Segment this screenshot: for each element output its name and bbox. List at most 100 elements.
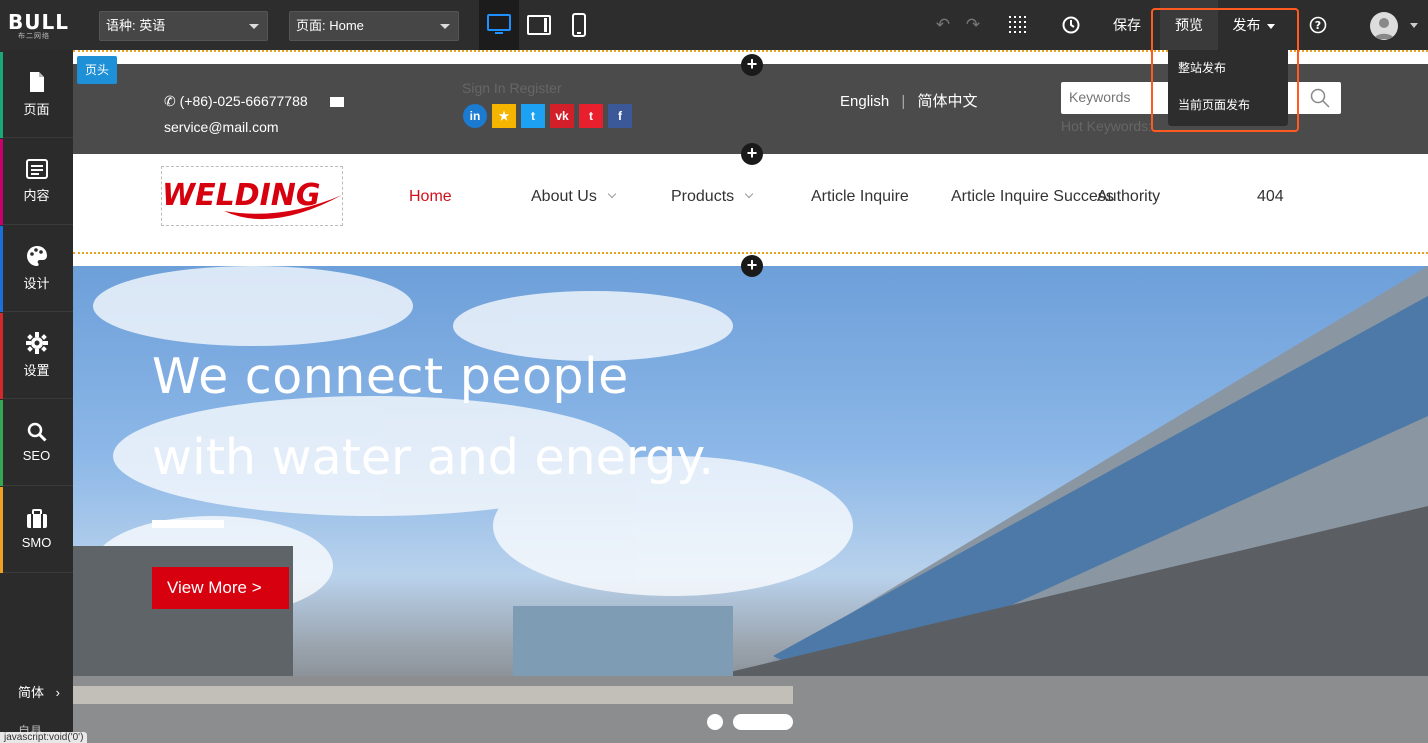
social-icons: in ★ t vk t f <box>463 104 632 128</box>
header-section-tag[interactable]: 页头 <box>77 56 117 84</box>
help-icon[interactable]: ? <box>1307 14 1329 36</box>
chevron-down-icon <box>744 189 754 199</box>
nav-article-inquire[interactable]: Article Inquire <box>811 154 909 240</box>
desktop-view-button[interactable] <box>479 0 519 50</box>
banner-heading-line2: with water and energy. <box>152 429 714 486</box>
phone-number: (+86)-025-66677788 <box>179 93 308 109</box>
brand-logo-text: WELDING <box>162 178 321 213</box>
sidebar-accent <box>0 226 3 312</box>
publish-label: 发布 <box>1232 17 1261 33</box>
lang-english-link[interactable]: English <box>840 93 889 110</box>
add-section-icon[interactable]: + <box>741 143 763 165</box>
tumblr-icon[interactable]: t <box>579 104 603 128</box>
undo-icon[interactable]: ↶ <box>932 14 954 36</box>
sidebar-item-label: 内容 <box>23 188 50 203</box>
sidebar-item-seo[interactable]: SEO <box>0 400 73 486</box>
search-icon <box>27 422 47 442</box>
publish-site-item[interactable]: 整站发布 <box>1168 50 1288 87</box>
hero-banner: We connect people with water and energy.… <box>73 266 1428 743</box>
sidebar-accent <box>0 487 3 573</box>
mail-icon <box>329 97 344 108</box>
sign-in-register[interactable]: Sign In Register <box>462 80 562 96</box>
mobile-icon <box>572 13 586 37</box>
chevron-down-icon <box>440 24 450 29</box>
sidebar-accent <box>0 400 3 486</box>
content-icon <box>25 159 48 179</box>
language-select[interactable]: 语种: 英语 <box>99 11 268 41</box>
banner-underline <box>152 520 224 528</box>
search-icon <box>1310 88 1330 108</box>
chevron-down-icon <box>249 24 259 29</box>
preview-button[interactable]: 预览 <box>1160 0 1218 50</box>
page-select[interactable]: 页面: Home <box>289 11 459 41</box>
contact-info: ✆ (+86)-025-66677788 service@mail.com <box>164 88 344 140</box>
add-section-icon[interactable]: + <box>741 255 763 277</box>
grid-icon[interactable] <box>1007 14 1029 36</box>
hot-keywords: Hot Keywords: <box>1061 118 1153 134</box>
nav-article-inquire-success[interactable]: Article Inquire Success <box>951 154 1114 240</box>
sidebar-item-page[interactable]: 页面 <box>0 52 73 138</box>
sidebar-accent <box>0 139 3 225</box>
facebook-icon[interactable]: f <box>608 104 632 128</box>
sidebar-accent <box>0 313 3 399</box>
lang-chinese-link[interactable]: 简体中文 <box>917 93 977 110</box>
redo-icon[interactable]: ↷ <box>962 14 984 36</box>
sidebar-item-design[interactable]: 设计 <box>0 226 73 312</box>
slider-dot[interactable] <box>707 714 723 730</box>
nav-home[interactable]: Home <box>409 154 452 240</box>
nav-404[interactable]: 404 <box>1257 154 1284 240</box>
twitter-icon[interactable]: t <box>521 104 545 128</box>
phone-icon: ✆ <box>164 93 176 109</box>
palette-icon <box>26 246 47 266</box>
sidebar-item-label: 设计 <box>23 276 50 291</box>
sidebar-item-label: 设置 <box>23 363 50 378</box>
vk-icon[interactable]: vk <box>550 104 574 128</box>
page-icon <box>29 72 44 92</box>
nav-about-us[interactable]: About Us <box>531 154 617 240</box>
lang-separator: | <box>901 93 906 110</box>
publish-page-item[interactable]: 当前页面发布 <box>1168 87 1288 124</box>
sidebar-item-settings[interactable]: 设置 <box>0 313 73 399</box>
search-button[interactable] <box>1299 82 1341 114</box>
publish-button[interactable]: 发布 <box>1222 0 1286 50</box>
tablet-icon <box>527 15 551 35</box>
nav-label: Products <box>671 188 735 205</box>
gear-icon <box>25 332 48 354</box>
nav-label: About Us <box>531 188 597 205</box>
chevron-right-icon: › <box>55 685 60 700</box>
history-icon[interactable] <box>1060 14 1082 36</box>
bull-logo[interactable]: BULL 布二网络 <box>8 10 68 40</box>
sidebar-language-label: 简体 <box>18 685 45 700</box>
sidebar-item-label: 页面 <box>23 102 50 117</box>
tablet-view-button[interactable] <box>519 0 559 50</box>
language-links: English | 简体中文 <box>840 90 977 111</box>
account-menu-caret-icon[interactable] <box>1410 23 1418 28</box>
mobile-view-button[interactable] <box>559 0 599 50</box>
slider-dots <box>707 714 793 730</box>
caret-down-icon <box>1267 23 1276 29</box>
save-button[interactable]: 保存 <box>1104 0 1150 50</box>
chevron-down-icon <box>607 189 617 199</box>
sidebar-item-smo[interactable]: SMO <box>0 487 73 573</box>
page-select-value: 页面: Home <box>296 18 364 33</box>
svg-text:?: ? <box>1315 19 1321 32</box>
star-icon[interactable]: ★ <box>492 104 516 128</box>
publish-dropdown: 整站发布 当前页面发布 <box>1168 50 1288 126</box>
banner-heading-line1: We connect people <box>152 348 629 405</box>
status-bar-url: javascript:void('0') <box>0 732 88 743</box>
user-avatar[interactable] <box>1370 12 1398 40</box>
nav-authority[interactable]: Authority <box>1097 154 1160 240</box>
add-section-icon[interactable]: + <box>741 54 763 76</box>
sidebar-accent <box>0 52 3 138</box>
email-address: service@mail.com <box>164 119 279 135</box>
nav-products[interactable]: Products <box>671 154 754 240</box>
top-toolbar: BULL 布二网络 语种: 英语 页面: Home ↶ ↷ 保存 预览 发布 ? <box>0 0 1428 50</box>
briefcase-icon <box>26 509 47 528</box>
sidebar-item-content[interactable]: 内容 <box>0 139 73 225</box>
sidebar-item-label: SEO <box>22 448 51 463</box>
slider-dot-active[interactable] <box>733 714 793 730</box>
sidebar-language-switch[interactable]: 简体 › <box>0 675 73 711</box>
brand-logo[interactable]: WELDING <box>161 166 343 226</box>
view-more-button[interactable]: View More > <box>152 567 289 609</box>
linkedin-icon[interactable]: in <box>463 104 487 128</box>
